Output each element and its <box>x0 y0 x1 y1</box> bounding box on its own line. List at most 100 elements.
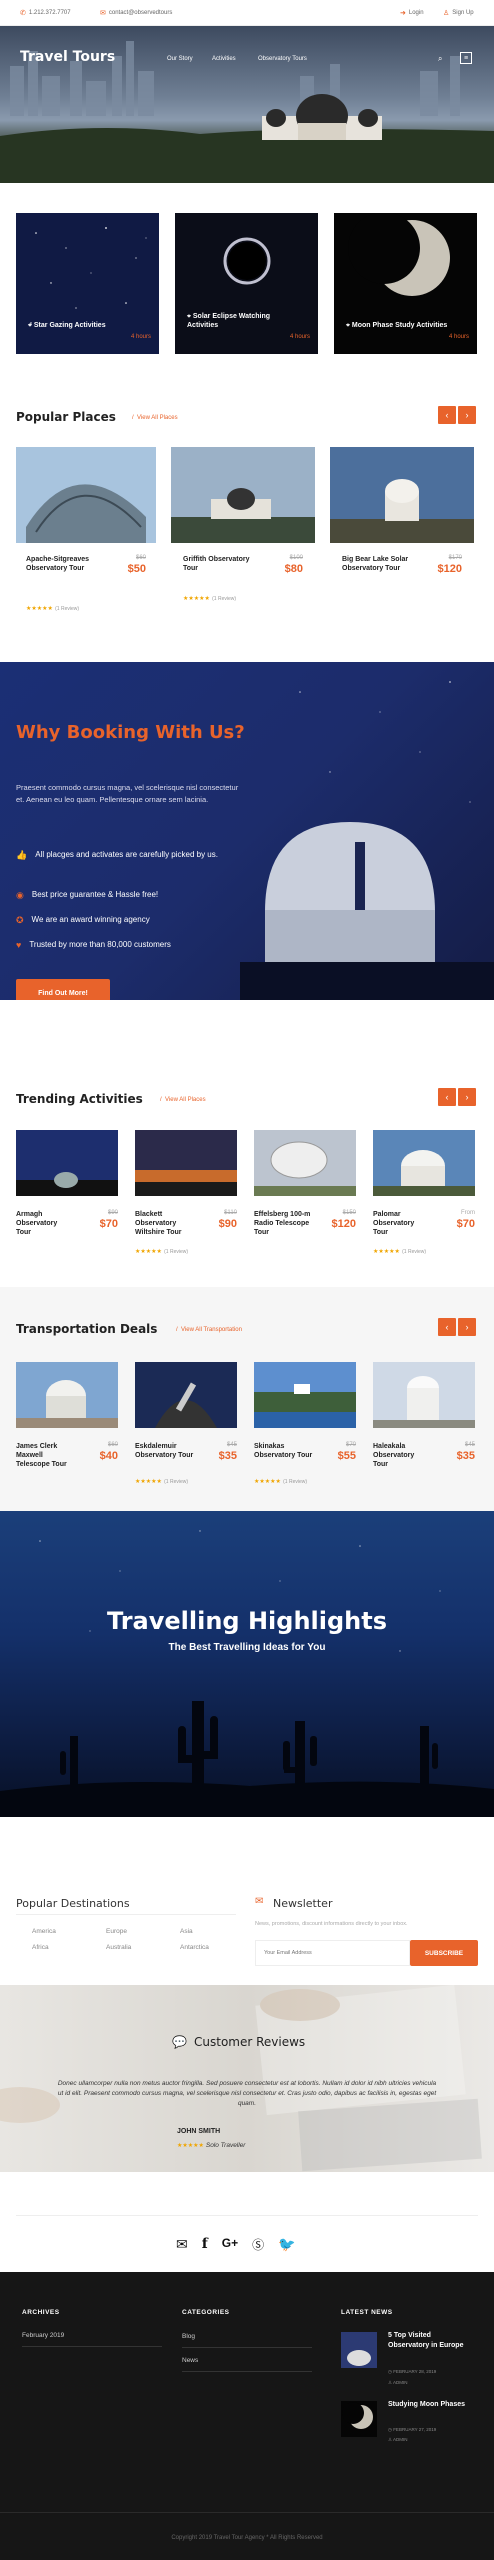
category-card-solar-eclipse[interactable]: ⌖ Solar Eclipse Watching Activities 4 ho… <box>175 213 318 354</box>
activity-image <box>254 1130 356 1196</box>
nav-observatory-tours[interactable]: Observatory Tours <box>258 56 307 62</box>
subscribe-button[interactable]: SUBSCRIBE <box>410 1940 478 1966</box>
google-plus-icon[interactable]: G+ <box>222 2236 238 2253</box>
login-link[interactable]: ➜ Login <box>400 9 424 17</box>
news-title[interactable]: 5 Top Visited Observatory in Europe <box>388 2331 468 2351</box>
destination-link[interactable]: Europe <box>106 1928 127 1935</box>
rating-stars: ★★★★★ <box>254 1479 281 1485</box>
activity-title[interactable]: Effelsberg 100-m Radio Telescope Tour <box>254 1210 314 1237</box>
price: $120 <box>437 563 462 575</box>
review-stars: ★★★★★ <box>177 2143 204 2149</box>
booking-item-text: We are an award winning agency <box>31 915 150 924</box>
category-card-moon-phase[interactable]: ⌖ Moon Phase Study Activities 4 hours <box>334 213 477 354</box>
transport-card[interactable]: Skinakas Observatory Tour $70 $55 ★★★★★ … <box>254 1362 356 1485</box>
transport-card[interactable]: Haleakala Observatory Tour $45 $35 <box>373 1362 475 1468</box>
place-card[interactable]: Big Bear Lake Solar Observatory Tour $17… <box>330 447 474 575</box>
transport-title[interactable]: Skinakas Observatory Tour <box>254 1442 314 1460</box>
email-contact[interactable]: ✉ contact@observedtours <box>100 9 172 17</box>
next-arrow-icon[interactable]: › <box>458 1088 476 1106</box>
view-all-label: View All Places <box>137 415 178 421</box>
category-title: ⌖ Moon Phase Study Activities <box>346 321 456 330</box>
rating-stars: ★★★★★ <box>373 1249 400 1255</box>
thumbs-up-icon: 👍 <box>16 850 28 860</box>
activity-title[interactable]: Blackett Observatory Wiltshire Tour <box>135 1210 195 1237</box>
activity-card[interactable]: Palomar Observatory Tour From $70 ★★★★★ … <box>373 1130 475 1255</box>
view-all-places-link[interactable]: / View All Places <box>132 415 178 421</box>
social-icons: ✉ f G+ Ⓢ 🐦 <box>176 2236 296 2253</box>
activity-card[interactable]: Blackett Observatory Wiltshire Tour $110… <box>135 1130 237 1255</box>
booking-item-text: Best price guarantee & Hassle free! <box>31 890 159 899</box>
prev-arrow-icon[interactable]: ‹ <box>438 1088 456 1106</box>
category-title: ⌖ Star Gazing Activities <box>28 321 138 330</box>
envelope-icon[interactable]: ✉ <box>176 2236 188 2253</box>
transport-carousel-arrows: ‹ › <box>438 1318 476 1336</box>
transport-card[interactable]: James Clerk Maxwell Telescope Tour $60 $… <box>16 1362 118 1468</box>
news-author-text: ADMIN <box>393 2380 408 2385</box>
destination-link[interactable]: Asia <box>180 1928 193 1935</box>
news-title[interactable]: Studying Moon Phases <box>388 2400 468 2410</box>
facebook-icon[interactable]: f <box>202 2236 208 2253</box>
place-title[interactable]: Griffith Observatory Tour <box>183 555 253 573</box>
place-title[interactable]: Big Bear Lake Solar Observatory Tour <box>342 555 412 573</box>
destination-link[interactable]: Antarctica <box>180 1944 209 1951</box>
view-all-transportation-link[interactable]: / View All Transportation <box>176 1327 242 1333</box>
skype-icon[interactable]: Ⓢ <box>252 2236 264 2253</box>
rating: ★★★★★ (1 Review) <box>254 1476 364 1485</box>
transport-image <box>135 1362 237 1428</box>
prev-arrow-icon[interactable]: ‹ <box>438 1318 456 1336</box>
search-icon[interactable]: ⌕ <box>438 54 442 64</box>
transport-title[interactable]: Haleakala Observatory Tour <box>373 1442 429 1469</box>
envelope-icon: ✉ <box>100 10 106 17</box>
place-title[interactable]: Apache-Sitgreaves Observatory Tour <box>26 555 96 573</box>
price: $40 <box>99 1450 118 1462</box>
signup-link[interactable]: ♙ Sign Up <box>443 9 474 17</box>
price: $70 <box>99 1218 118 1230</box>
menu-icon[interactable]: ≡ <box>460 52 472 64</box>
old-price: $70 <box>345 1442 356 1448</box>
destination-link[interactable]: Australia <box>106 1944 131 1951</box>
category-link[interactable]: Blog <box>182 2333 195 2340</box>
activity-card[interactable]: Armagh Observatory Tour $90 $70 <box>16 1130 118 1236</box>
price-tag-icon: ◉ <box>16 890 24 900</box>
category-card-star-gazing[interactable]: ⌖ Star Gazing Activities 4 hours <box>16 213 159 354</box>
transport-title[interactable]: Eskdalemuir Observatory Tour <box>135 1442 195 1460</box>
phone-contact[interactable]: ✆ 1.212.372.7707 <box>20 9 71 17</box>
view-all-activities-link[interactable]: / View All Places <box>160 1097 206 1103</box>
old-price: $45 <box>226 1442 237 1448</box>
place-card[interactable]: Apache-Sitgreaves Observatory Tour $60 $… <box>16 447 156 612</box>
transport-title[interactable]: James Clerk Maxwell Telescope Tour <box>16 1442 76 1469</box>
price-prefix: From <box>461 1210 475 1216</box>
activity-title[interactable]: Palomar Observatory Tour <box>373 1210 429 1237</box>
next-arrow-icon[interactable]: › <box>458 1318 476 1336</box>
place-image <box>171 447 315 543</box>
old-price: $100 <box>289 555 303 561</box>
site-logo[interactable]: Travel Tours <box>20 49 115 65</box>
old-price: $60 <box>107 1442 118 1448</box>
rating: ★★★★★ (1 Review) <box>183 593 236 602</box>
login-icon: ➜ <box>400 10 406 17</box>
place-card[interactable]: Griffith Observatory Tour $100 $80 ★★★★★… <box>171 447 315 602</box>
category-link[interactable]: News <box>182 2357 198 2364</box>
archive-link[interactable]: February 2019 <box>22 2332 64 2339</box>
twitter-icon[interactable]: 🐦 <box>278 2236 295 2253</box>
nav-our-story[interactable]: Our Story <box>167 56 193 62</box>
destination-link[interactable]: America <box>32 1928 56 1935</box>
newsletter-email-input[interactable] <box>255 1940 410 1966</box>
nav-activities[interactable]: Activities <box>212 56 236 62</box>
review-count: (1 Review) <box>212 596 237 602</box>
transport-card[interactable]: Eskdalemuir Observatory Tour $45 $35 ★★★… <box>135 1362 237 1485</box>
phone-number: 1.212.372.7707 <box>28 10 71 16</box>
price: $90 <box>218 1218 237 1230</box>
login-label: Login <box>408 10 424 16</box>
rating: ★★★★★ (1 Review) <box>135 1246 245 1255</box>
divider <box>0 2512 494 2513</box>
activity-title[interactable]: Armagh Observatory Tour <box>16 1210 74 1237</box>
find-out-more-button[interactable]: Find Out More! <box>16 979 110 1000</box>
review-count: (1 Review) <box>55 606 80 612</box>
prev-arrow-icon[interactable]: ‹ <box>438 406 456 424</box>
activity-card[interactable]: Effelsberg 100-m Radio Telescope Tour $1… <box>254 1130 356 1236</box>
booking-text: Praesent commodo cursus magna, vel scele… <box>16 783 239 804</box>
next-arrow-icon[interactable]: › <box>458 406 476 424</box>
destination-link[interactable]: Africa <box>32 1944 49 1951</box>
top-bar: ✆ 1.212.372.7707 ✉ contact@observedtours ➜… <box>0 0 494 26</box>
